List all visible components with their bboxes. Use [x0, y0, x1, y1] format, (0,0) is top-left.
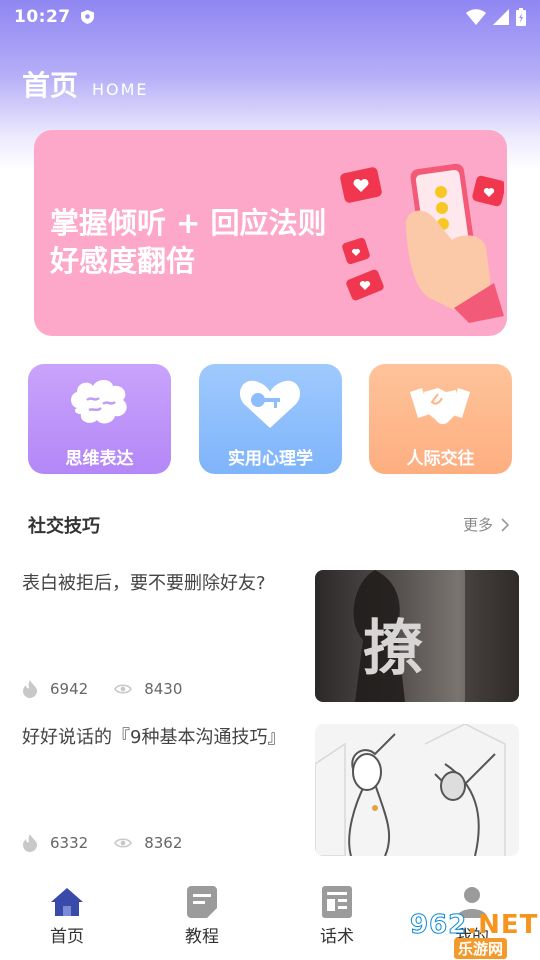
view-count: 8362 [144, 834, 183, 852]
like-count: 6942 [50, 680, 89, 698]
category-practical-psychology[interactable]: 实用心理学 [199, 364, 342, 474]
category-label: 思维表达 [65, 449, 134, 469]
article-thumbnail [315, 724, 519, 856]
like-count: 6332 [50, 834, 89, 852]
banner-subheadline: 好感度翻倍 [50, 244, 196, 278]
brain-icon [71, 380, 127, 424]
eye-icon [114, 838, 133, 848]
battery-icon [516, 8, 526, 26]
category-thinking-expression[interactable]: 思维表达 [28, 364, 171, 474]
eye-icon [114, 684, 133, 694]
more-link[interactable]: 更多 [463, 514, 510, 535]
document-icon [187, 886, 217, 918]
nav-tab-home[interactable]: 首页 [27, 886, 107, 947]
status-indicators [466, 8, 526, 26]
article-card[interactable]: 表白被拒后，要不要删除好友? 6942 8430 撩 [22, 570, 519, 704]
flame-icon [23, 834, 38, 852]
flame-icon [23, 680, 38, 698]
heart-key-icon [239, 380, 301, 428]
category-label: 人际交往 [406, 449, 475, 469]
category-label: 实用心理学 [228, 449, 313, 469]
article-title: 表白被拒后，要不要删除好友? [22, 573, 266, 594]
article-thumbnail: 撩 [315, 570, 519, 702]
signal-icon [493, 9, 509, 25]
chevron-right-icon [501, 517, 510, 532]
banner-headline: 掌握倾听 + 回应法则 [50, 206, 327, 240]
nav-tab-scripts[interactable]: 话术 [297, 886, 377, 947]
page-subtitle: HOME [92, 80, 149, 99]
page-title: 首页 [22, 69, 79, 102]
promo-banner[interactable]: 掌握倾听 + 回应法则 好感度翻倍 [34, 130, 507, 336]
article-title: 好好说话的『9种基本沟通技巧』 [22, 727, 286, 748]
section-title: 社交技巧 [28, 516, 100, 537]
wifi-icon [466, 9, 486, 25]
more-label: 更多 [463, 516, 494, 534]
layout-icon [322, 886, 352, 918]
watermark-digits: 962 [409, 910, 468, 941]
site-watermark: 962.NET 乐游网 [404, 910, 537, 959]
home-icon [51, 888, 83, 916]
shield-icon [80, 10, 94, 24]
phone-hand-illustration [340, 163, 504, 323]
status-time: 10:27 [14, 7, 71, 27]
nav-label: 话术 [320, 927, 354, 947]
nav-label: 首页 [50, 927, 84, 947]
nav-label: 教程 [185, 927, 219, 947]
nav-tab-tutorial[interactable]: 教程 [162, 886, 242, 947]
article-stats: 6332 8362 [22, 834, 208, 852]
article-stats: 6942 8430 [22, 680, 208, 698]
cartoon-animals-illustration [315, 724, 506, 856]
category-interpersonal[interactable]: 人际交往 [369, 364, 512, 474]
view-count: 8430 [144, 680, 183, 698]
watermark-suffix: .NET [467, 910, 539, 940]
watermark-text: 乐游网 [454, 938, 508, 959]
thumbnail-caption: 撩 [363, 614, 423, 684]
status-bar: 10:27 [0, 0, 540, 34]
handshake-icon [410, 388, 470, 425]
article-card[interactable]: 好好说话的『9种基本沟通技巧』 6332 8362 [22, 724, 519, 858]
watermark-logo: 962.NET [409, 910, 539, 941]
